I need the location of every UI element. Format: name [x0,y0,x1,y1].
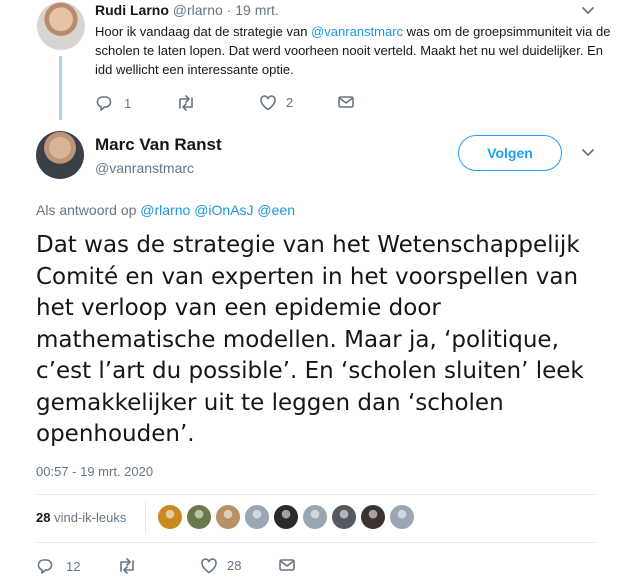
likes-count: 28 [36,510,51,525]
liker-avatar-6[interactable] [302,504,328,530]
liker-avatar-8[interactable] [360,504,386,530]
thread-line [59,56,62,120]
like-icon [259,94,277,111]
liker-avatar-3[interactable] [215,504,241,530]
main-tweet-header: Marc Van Ranst @vanranstmarc Volgen [36,131,606,191]
message-icon [278,557,296,573]
reply-icon [95,94,113,112]
liker-avatar-1[interactable] [157,504,183,530]
reply-text-part: Hoor ik vandaag dat de strategie van [95,24,312,39]
likes-separator [145,502,146,534]
mention-link[interactable]: @vanranstmarc [311,24,403,39]
retweet-button[interactable] [176,94,202,112]
replying-to: Als antwoord op @rlarno @iOnAsJ @een [36,202,295,218]
reply-tweet[interactable]: Rudi Larno @rlarno · 19 mrt. Hoor ik van… [36,0,610,120]
divider [36,494,598,495]
retweet-icon [176,94,196,112]
likes-row: 28 vind-ik-leuks [36,502,598,534]
rudi-larno-avatar[interactable] [37,2,85,50]
message-button[interactable] [337,94,355,110]
divider [36,542,598,543]
like-count: 28 [227,558,242,573]
reply-count: 12 [66,558,81,574]
liker-avatar-7[interactable] [331,504,357,530]
likes-label: vind-ik-leuks [50,510,127,525]
main-author-name[interactable]: Marc Van Ranst [95,135,222,155]
reply-tweet-header: Rudi Larno @rlarno · 19 mrt. [95,2,279,18]
chevron-down-icon[interactable] [581,148,595,158]
reply-author-name[interactable]: Rudi Larno [95,2,169,18]
replying-to-label: Als antwoord op [36,202,141,218]
like-icon [200,557,218,574]
reply-count: 1 [124,95,132,111]
reply-icon [36,557,54,575]
liker-avatar-9[interactable] [389,504,415,530]
reply-button[interactable]: 1 [95,94,131,112]
message-button[interactable] [278,557,296,573]
main-tweet-text: Dat was de strategie van het Wetenschapp… [36,232,584,447]
likes-count-link[interactable]: 28 vind-ik-leuks [36,510,126,525]
like-button[interactable]: 2 [259,94,293,111]
chevron-down-icon[interactable] [581,6,595,16]
message-icon [337,94,355,110]
liker-avatar-4[interactable] [244,504,270,530]
follow-button[interactable]: Volgen [458,135,562,171]
reply-handle-time[interactable]: @rlarno · 19 mrt. [173,2,279,18]
like-button[interactable]: 28 [200,557,241,574]
liker-avatar-2[interactable] [186,504,212,530]
tweet-timestamp[interactable]: 00:57 - 19 mrt. 2020 [36,464,153,479]
like-count: 2 [286,95,294,110]
marc-van-ranst-avatar[interactable] [36,131,84,179]
retweet-icon [117,557,137,575]
reply-button[interactable]: 12 [36,557,80,575]
liker-avatar-5[interactable] [273,504,299,530]
reply-tweet-text: Hoor ik vandaag dat de strategie van @va… [95,22,615,79]
main-author-handle[interactable]: @vanranstmarc [95,160,194,176]
replying-to-mentions[interactable]: @rlarno @iOnAsJ @een [140,202,295,218]
retweet-button[interactable] [117,557,143,575]
